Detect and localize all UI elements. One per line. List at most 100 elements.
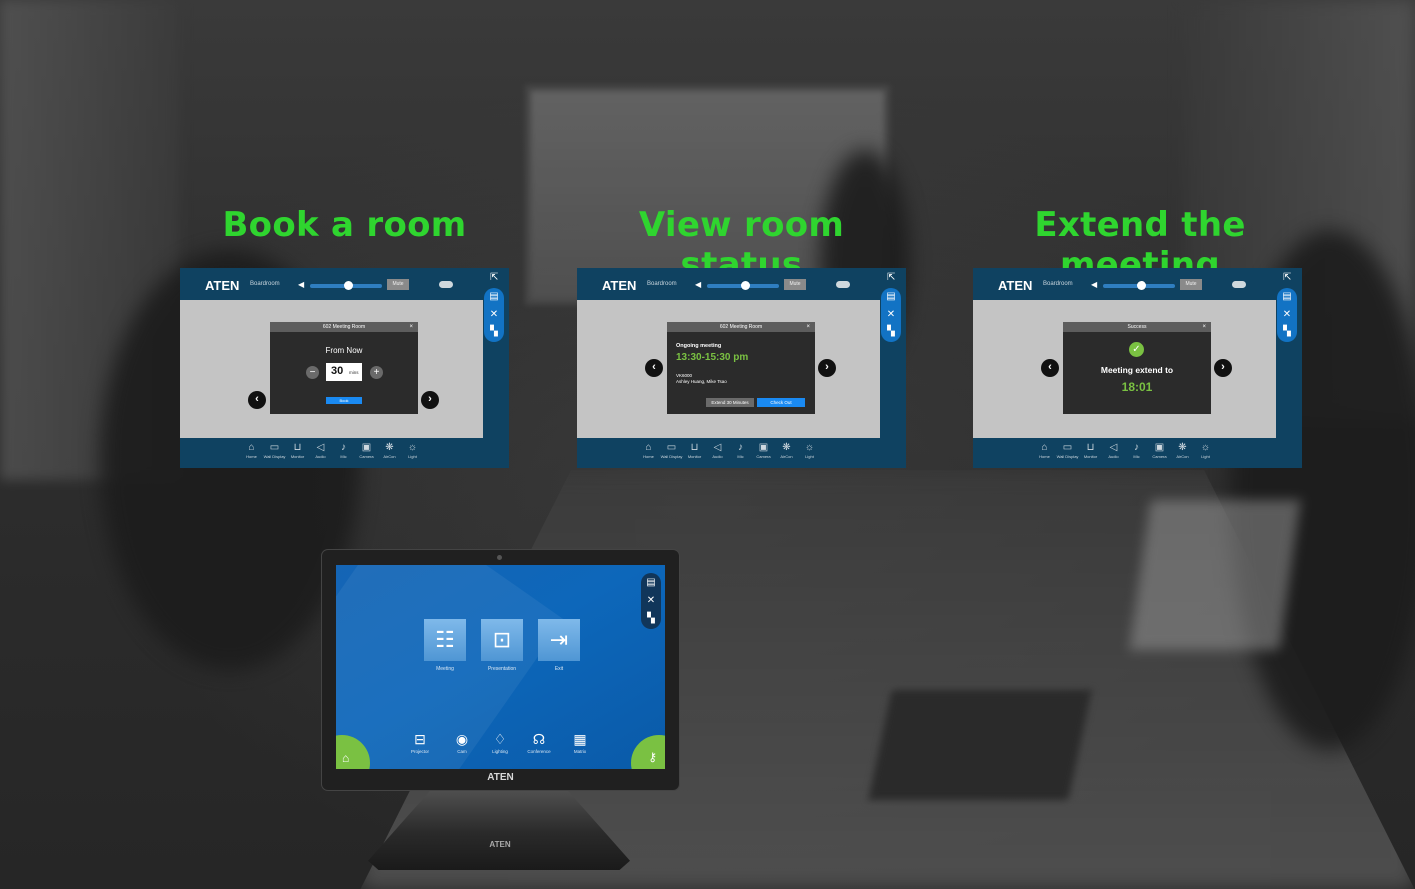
book-room-panel: ATEN Boardroom ◀ Mute ⇱ ▤ ✕ ▚ ‹ › 602 Me… — [180, 268, 509, 468]
exit-icon[interactable]: ⇱ — [1283, 272, 1297, 286]
device-side-pill: ▤ ✕ ▚ — [641, 573, 661, 629]
bg-laptop — [868, 690, 1092, 800]
book-button[interactable]: Book — [326, 397, 362, 404]
tools-icon[interactable]: ✕ — [641, 595, 661, 606]
presentation-app-label: Presentation — [487, 666, 517, 672]
home-icon: ⌂ — [342, 751, 350, 765]
meeting-code: VK6000 — [676, 373, 693, 378]
next-arrow-button[interactable]: › — [818, 359, 836, 377]
power-toggle[interactable] — [439, 281, 453, 288]
mute-button[interactable]: Mute — [387, 279, 409, 290]
check-icon: ✓ — [1129, 342, 1144, 357]
volume-slider[interactable] — [310, 281, 382, 290]
apps-icon[interactable]: ▚ — [1277, 326, 1297, 337]
calendar-icon[interactable]: ▤ — [484, 291, 504, 302]
device-camera — [497, 555, 502, 560]
calendar-icon[interactable]: ▤ — [881, 291, 901, 302]
close-icon[interactable]: × — [806, 322, 810, 332]
nav-items: ⌂ Home ▭ Wall Display ⊔ Monitor ◁ Audio ♪ Mic… — [637, 441, 821, 459]
calendar-icon[interactable]: ▤ — [641, 577, 661, 588]
audio-icon: ◁ — [713, 442, 722, 453]
apps-icon[interactable]: ▚ — [484, 326, 504, 337]
success-dialog: Success × ✓ Meeting extend to 18:01 — [1063, 322, 1211, 414]
nav-item-light[interactable]: ☼ Light — [1194, 441, 1217, 459]
room-name: Boardroom — [647, 281, 677, 287]
extend-meeting-panel: ATEN Boardroom ◀ Mute ⇱ ▤ ✕ ▚ ‹ › Succes… — [973, 268, 1302, 468]
meeting-app-button[interactable]: ☷ — [424, 619, 466, 661]
key-icon: ⚷ — [648, 750, 657, 764]
volume-slider[interactable] — [1103, 281, 1175, 290]
monitor-icon: ⊔ — [1086, 442, 1095, 453]
lighting-icon: ♢ — [493, 731, 507, 747]
panel-bottom-nav: ⌂ Home ▭ Wall Display ⊔ Monitor ◁ Audio ♪ Mic… — [180, 438, 509, 468]
calendar-icon[interactable]: ▤ — [1277, 291, 1297, 302]
duration-unit: mins — [349, 370, 359, 375]
duration-input[interactable]: 30 mins — [326, 363, 362, 381]
exit-icon[interactable]: ⇱ — [887, 272, 901, 286]
dialog-title: Success — [1127, 324, 1147, 330]
audio-icon: ◁ — [316, 442, 325, 453]
panel-sidebar: ⇱ ▤ ✕ ▚ — [1276, 268, 1302, 438]
ongoing-label: Ongoing meeting — [676, 343, 722, 349]
light-icon: ☼ — [1200, 442, 1211, 453]
volume-slider[interactable] — [707, 281, 779, 290]
wall-display-icon: ▭ — [269, 442, 280, 453]
tools-icon[interactable]: ✕ — [484, 309, 504, 320]
panel-topbar: ATEN Boardroom ◀ Mute — [577, 268, 880, 300]
nav-item-light[interactable]: ☼ Light — [401, 441, 424, 459]
nav-item-light[interactable]: ☼ Light — [798, 441, 821, 459]
mic-icon: ♪ — [1134, 442, 1139, 453]
meeting-people: Ashley Huang, Mike Tsao — [676, 379, 727, 384]
light-icon: ☼ — [804, 442, 815, 453]
tools-icon[interactable]: ✕ — [1277, 309, 1297, 320]
home-icon: ⌂ — [248, 442, 255, 453]
room-name: Boardroom — [1043, 281, 1073, 287]
monitor-icon: ⊔ — [690, 442, 699, 453]
meeting-icon: ☷ — [435, 627, 455, 652]
dock-item-matrix[interactable]: ▦ Matrix — [562, 731, 598, 754]
power-toggle[interactable] — [836, 281, 850, 288]
volume-icon: ◀ — [298, 280, 305, 289]
wall-display-icon: ▭ — [666, 442, 677, 453]
next-arrow-button[interactable]: › — [421, 391, 439, 409]
panel-bottom-nav: ⌂ Home ▭ Wall Display ⊔ Monitor ◁ Audio ♪ Mic… — [973, 438, 1302, 468]
minus-button[interactable]: − — [306, 366, 319, 379]
device-screen: ▤ ✕ ▚ ☷ Meeting ⊡ Presentation ⇥ Exit ⊟ P… — [336, 565, 665, 769]
touch-panel-device: ▤ ✕ ▚ ☷ Meeting ⊡ Presentation ⇥ Exit ⊟ P… — [322, 550, 679, 790]
power-toggle[interactable] — [1232, 281, 1246, 288]
aten-logo: ATEN — [205, 278, 240, 293]
room-status-panel: ATEN Boardroom ◀ Mute ⇱ ▤ ✕ ▚ ‹ › 602 Me… — [577, 268, 906, 468]
exit-app-button[interactable]: ⇥ — [538, 619, 580, 661]
presentation-icon: ⊡ — [492, 627, 512, 652]
dialog-header: 602 Meeting Room × — [270, 322, 418, 332]
apps-icon[interactable]: ▚ — [641, 613, 661, 624]
mute-button[interactable]: Mute — [1180, 279, 1202, 290]
presentation-app-button[interactable]: ⊡ — [481, 619, 523, 661]
prev-arrow-button[interactable]: ‹ — [645, 359, 663, 377]
checkout-button[interactable]: Check Out — [757, 398, 805, 407]
dock-item-conference[interactable]: ☊ Conference — [521, 731, 557, 754]
prev-arrow-button[interactable]: ‹ — [1041, 359, 1059, 377]
close-icon[interactable]: × — [1202, 322, 1206, 332]
dock-item-cam[interactable]: ◉ Cam — [444, 731, 480, 754]
plus-button[interactable]: + — [370, 366, 383, 379]
heading-book: Book a room — [222, 205, 467, 245]
aircon-icon: ❋ — [385, 442, 394, 453]
projector-icon: ⊟ — [414, 731, 426, 747]
prev-arrow-button[interactable]: ‹ — [248, 391, 266, 409]
panel-bottom-nav: ⌂ Home ▭ Wall Display ⊔ Monitor ◁ Audio ♪ Mic… — [577, 438, 906, 468]
wall-display-icon: ▭ — [1062, 442, 1073, 453]
dock-item-lighting[interactable]: ♢ Lighting — [482, 731, 518, 754]
extend-button[interactable]: Extend 30 Minutes — [706, 398, 754, 407]
book-dialog: 602 Meeting Room × From Now − 30 mins + … — [270, 322, 418, 414]
close-icon[interactable]: × — [409, 322, 413, 332]
dock-item-projector[interactable]: ⊟ Projector — [402, 731, 438, 754]
exit-icon[interactable]: ⇱ — [490, 272, 504, 286]
tools-icon[interactable]: ✕ — [881, 309, 901, 320]
next-arrow-button[interactable]: › — [1214, 359, 1232, 377]
mute-button[interactable]: Mute — [784, 279, 806, 290]
meeting-app-label: Meeting — [436, 666, 454, 672]
camera-icon: ▣ — [361, 442, 372, 453]
extend-time: 18:01 — [1121, 380, 1153, 394]
apps-icon[interactable]: ▚ — [881, 326, 901, 337]
